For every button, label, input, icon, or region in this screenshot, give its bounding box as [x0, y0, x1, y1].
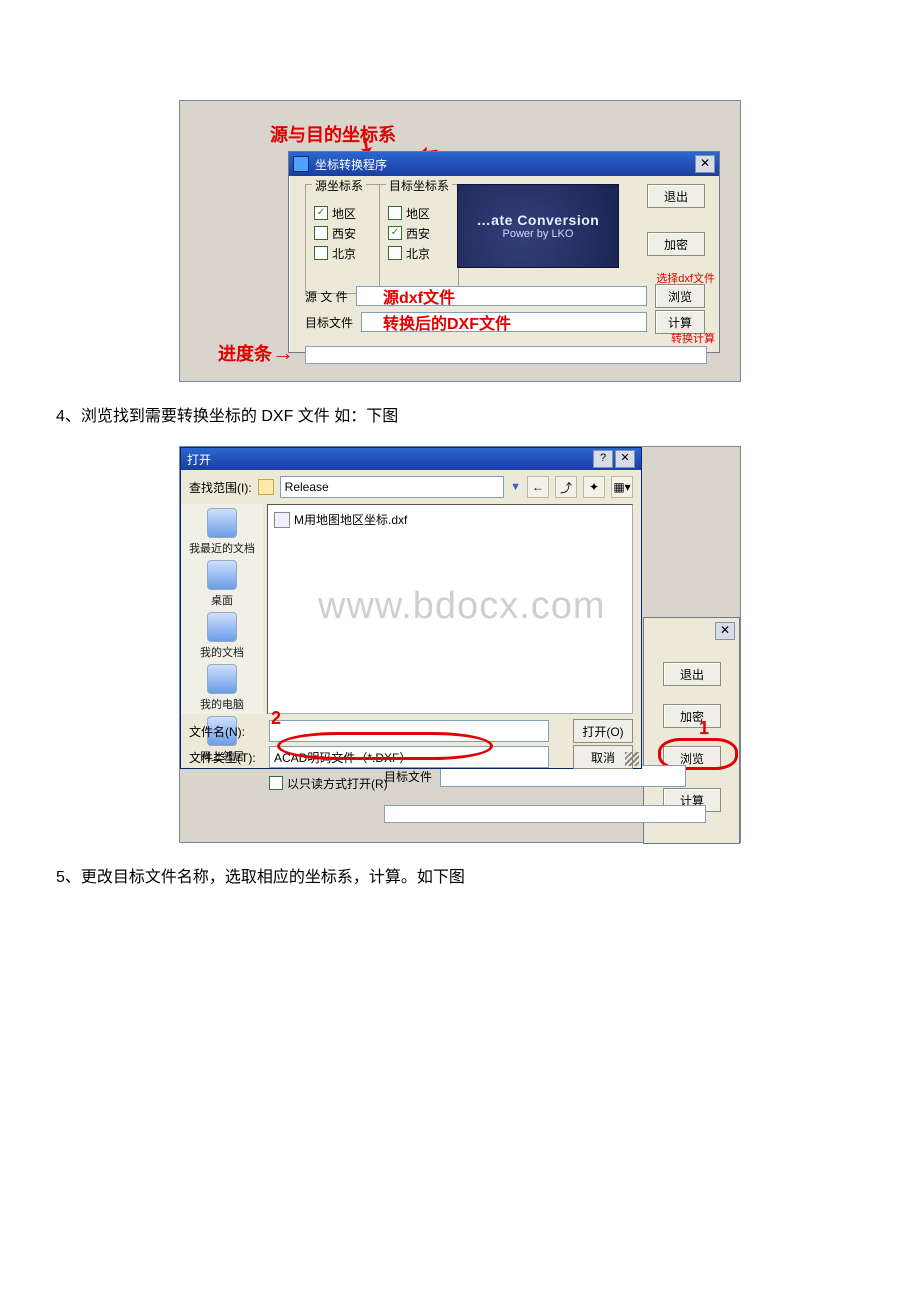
browse-button[interactable]: 浏览: [655, 284, 705, 308]
readonly-label: 以只读方式打开(R): [287, 775, 388, 792]
annotation-circle-2: [277, 732, 493, 760]
checkbox-label: 地区: [332, 205, 356, 222]
places-mydocs[interactable]: 我的文档: [186, 612, 258, 660]
dest-file-row: 目标文件 转换后的DXF文件 计算: [305, 310, 705, 334]
annotation-convert-calc: 转换计算: [671, 330, 715, 346]
step5-text: 5、更改目标文件名称，选取相应的坐标系，计算。如下图: [56, 863, 880, 887]
checkbox-label: 西安: [406, 225, 430, 242]
checkbox-label: 地区: [406, 205, 430, 222]
dest-file-label: 目标文件: [305, 314, 353, 331]
checkbox-label: 北京: [332, 245, 356, 262]
checkbox-xian[interactable]: [314, 226, 328, 240]
annotation-progress: 进度条: [218, 340, 272, 366]
group-source-crs: 源坐标系 地区 西安 北京: [305, 184, 385, 294]
source-file-input[interactable]: [356, 286, 647, 306]
window-body: 源坐标系 地区 西安 北京 目标坐标系 地区 西安 北京 …ate Conver…: [289, 176, 719, 196]
checkbox-label: 北京: [406, 245, 430, 262]
open-button[interactable]: 打开(O): [573, 719, 633, 743]
list-item[interactable]: M用地图地区坐标.dxf: [274, 511, 626, 528]
folder-icon: [258, 479, 274, 495]
watermark-text: www.bdocx.com: [318, 585, 606, 628]
screenshot-1: 源与目的坐标系 ➘ ➘ 加密明文数据 ➘ 进度条 → 坐标转换程序 ✕ 源坐标系…: [179, 100, 741, 382]
dropdown-icon[interactable]: ▼: [510, 481, 521, 493]
places-label: 我的电脑: [200, 696, 244, 712]
window-title: 坐标转换程序: [315, 156, 387, 173]
close-button[interactable]: ✕: [715, 622, 735, 640]
places-label: 我最近的文档: [189, 540, 255, 556]
up-icon[interactable]: ⤴: [555, 476, 577, 498]
places-mypc[interactable]: 我的电脑: [186, 664, 258, 712]
source-file-label: 源 文 件: [305, 288, 348, 305]
group-source-legend: 源坐标系: [312, 177, 366, 194]
places-recent[interactable]: 我最近的文档: [186, 508, 258, 556]
page: 源与目的坐标系 ➘ ➘ 加密明文数据 ➘ 进度条 → 坐标转换程序 ✕ 源坐标系…: [0, 0, 920, 987]
help-button[interactable]: ?: [593, 450, 613, 468]
checkbox-beijing[interactable]: [388, 246, 402, 260]
newfolder-icon[interactable]: ✦: [583, 476, 605, 498]
desktop-icon: [207, 560, 237, 590]
progress-bar: [305, 346, 707, 364]
filename-label: 文件名(N):: [189, 723, 261, 740]
back-icon[interactable]: ←: [527, 476, 549, 498]
checkbox-region[interactable]: [388, 206, 402, 220]
decor-subtitle: Power by LKO: [503, 228, 574, 240]
file-list[interactable]: M用地图地区坐标.dxf www.bdocx.com: [267, 504, 633, 714]
dialog-title: 打开: [187, 451, 211, 468]
close-button[interactable]: ✕: [615, 450, 635, 468]
dialog-titlebar: 打开 ? ✕: [181, 448, 641, 470]
mydocs-icon: [207, 612, 237, 642]
source-file-row: 源 文 件 源dxf文件 浏览: [305, 284, 705, 308]
open-dialog: 打开 ? ✕ 查找范围(I): ▼ ← ⤴ ✦ ▦▾ 我最近的文档 桌面: [180, 447, 642, 769]
annotation-number-2: 2: [271, 708, 281, 729]
step4-text: 4、浏览找到需要转换坐标的 DXF 文件 如：下图: [56, 402, 880, 426]
places-label: 桌面: [211, 592, 233, 608]
encrypt-button[interactable]: 加密: [663, 704, 721, 728]
coord-convert-window: 坐标转换程序 ✕ 源坐标系 地区 西安 北京 目标坐标系 地区 西安 北京 …a: [288, 151, 720, 353]
filetype-label: 文件类型(T):: [189, 749, 261, 766]
lookin-label: 查找范围(I):: [189, 479, 252, 496]
places-label: 我的文档: [200, 644, 244, 660]
views-icon[interactable]: ▦▾: [611, 476, 633, 498]
encrypt-button[interactable]: 加密: [647, 232, 705, 256]
right-buttons: 退出 加密: [647, 184, 707, 256]
lookin-combo[interactable]: [280, 476, 504, 498]
exit-button[interactable]: 退出: [663, 662, 721, 686]
checkbox-xian[interactable]: [388, 226, 402, 240]
window-titlebar: 坐标转换程序 ✕: [289, 152, 719, 176]
group-dest-legend: 目标坐标系: [386, 177, 452, 194]
decor-panel: …ate Conversion Power by LKO: [457, 184, 619, 268]
cancel-button[interactable]: 取消: [573, 745, 633, 769]
places-bar: 我最近的文档 桌面 我的文档 我的电脑 网上邻居: [181, 504, 263, 714]
checkbox-label: 西安: [332, 225, 356, 242]
screenshot-2: ✕ 退出 加密 浏览 计算 1 目标文件 打开 ? ✕: [179, 446, 741, 843]
file-icon: [274, 512, 290, 528]
app-icon: [293, 156, 309, 172]
close-button[interactable]: ✕: [695, 155, 715, 173]
group-dest-crs: 目标坐标系 地区 西安 北京: [379, 184, 459, 294]
dialog-toolbar: 查找范围(I): ▼ ← ⤴ ✦ ▦▾: [181, 470, 641, 504]
recent-icon: [207, 508, 237, 538]
places-desktop[interactable]: 桌面: [186, 560, 258, 608]
resize-grip-icon[interactable]: [625, 752, 639, 766]
progress-bar: [384, 805, 706, 823]
file-name: M用地图地区坐标.dxf: [294, 511, 407, 528]
exit-button[interactable]: 退出: [647, 184, 705, 208]
annotation-number-1: 1: [699, 718, 709, 739]
checkbox-beijing[interactable]: [314, 246, 328, 260]
dest-file-input[interactable]: [361, 312, 647, 332]
dialog-main: 我最近的文档 桌面 我的文档 我的电脑 网上邻居 M用地图地区坐标.dxf ww…: [181, 504, 641, 714]
coord-window-behind: ✕ 退出 加密 浏览 计算 1 目标文件: [643, 617, 740, 844]
readonly-checkbox[interactable]: [269, 776, 283, 790]
mypc-icon: [207, 664, 237, 694]
checkbox-region[interactable]: [314, 206, 328, 220]
decor-title: …ate Conversion: [477, 212, 600, 228]
